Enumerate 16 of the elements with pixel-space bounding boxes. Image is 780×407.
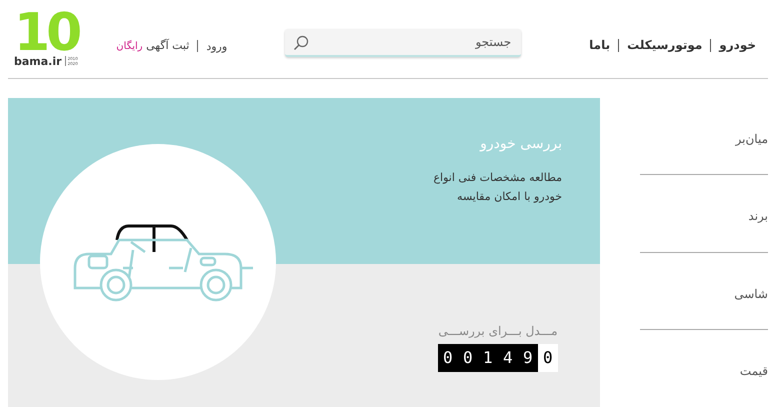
logo-name[interactable]: bama.ir [14, 54, 62, 68]
nav-link[interactable]: موتورسیکلت [619, 38, 712, 52]
banner-title: بررسی خودرو [478, 136, 562, 152]
post-ad-link[interactable]: ثبت آگهی رایگان [108, 40, 198, 52]
filter-label[interactable]: شاسی [734, 286, 768, 329]
search-field[interactable]: جستجو [285, 29, 522, 57]
filter-label[interactable]: قیمت [740, 364, 768, 407]
filter-label[interactable]: میان‌بر [736, 132, 768, 174]
filter-label[interactable]: برند [748, 209, 768, 252]
free-label: رایگان [116, 41, 143, 52]
search-icon[interactable] [293, 35, 310, 51]
nav-link[interactable]: خودرو [711, 38, 764, 52]
counter-label: مـــدل بـــرای بررســـی [437, 324, 559, 338]
banner-description: مطالعه مشخصات فنی انواع خودرو با امکان مقایسه [432, 170, 562, 205]
login-link[interactable]: ورود [198, 40, 236, 52]
nav-link[interactable]: باما [581, 38, 620, 52]
